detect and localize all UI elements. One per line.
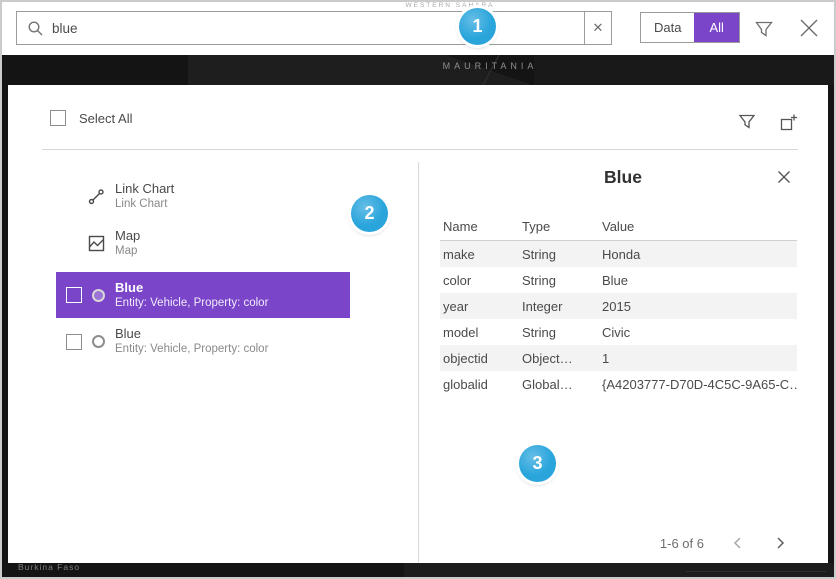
cell-name: color <box>440 273 522 288</box>
detail-pane: Blue Name Type Value make String Honda <box>418 85 828 563</box>
select-all-label: Select All <box>79 111 132 126</box>
result-title: Blue <box>115 326 268 342</box>
select-all-checkbox[interactable] <box>50 110 66 126</box>
cell-name: objectid <box>440 351 522 366</box>
column-header: Name <box>440 219 522 234</box>
map-landmass <box>534 55 834 85</box>
list-item-blue[interactable]: Blue Entity: Vehicle, Property: color <box>56 318 350 365</box>
link-chart-icon <box>88 188 105 205</box>
result-checkbox[interactable] <box>66 287 82 303</box>
cell-name: globalid <box>440 377 522 392</box>
map-label-burkina-faso: Burkina Faso <box>18 562 80 572</box>
table-row: year Integer 2015 <box>440 293 797 319</box>
select-all-row: Select All <box>50 110 132 126</box>
map-label-mauritania: MAURITANIA <box>410 61 570 71</box>
page-next-icon[interactable] <box>772 535 788 551</box>
cell-value: 2015 <box>602 299 797 314</box>
cell-type: Global… <box>522 377 602 392</box>
result-checkbox[interactable] <box>66 334 82 350</box>
column-header: Value <box>602 219 797 234</box>
table-row: make String Honda <box>440 241 797 267</box>
result-subtitle: Map <box>115 244 140 259</box>
detail-close-icon[interactable] <box>776 169 792 185</box>
table-row: color String Blue <box>440 267 797 293</box>
cell-type: Object… <box>522 351 602 366</box>
result-subtitle: Entity: Vehicle, Property: color <box>115 342 268 357</box>
scope-toggle: Data All <box>640 12 740 43</box>
list-item-link-chart[interactable]: Link Chart Link Chart <box>56 173 350 220</box>
cell-type: String <box>522 325 602 340</box>
clear-search-icon[interactable]: ✕ <box>585 12 611 44</box>
cell-value: Blue <box>602 273 797 288</box>
cell-value: Civic <box>602 325 797 340</box>
result-title: Blue <box>115 280 268 296</box>
entity-icon <box>92 335 105 348</box>
list-item-blue-selected[interactable]: Blue Entity: Vehicle, Property: color <box>56 272 350 318</box>
list-item-map[interactable]: Map Map <box>56 220 350 267</box>
map-landmass <box>404 563 834 577</box>
cell-name: make <box>440 247 522 262</box>
table-header: Name Type Value <box>440 213 797 241</box>
search-results-panel: Select All <box>8 85 828 563</box>
search-box: ✕ <box>16 11 612 45</box>
cell-value: Honda <box>602 247 797 262</box>
search-header: ✕ Data All <box>2 2 834 55</box>
search-input[interactable] <box>44 12 584 44</box>
column-header: Type <box>522 219 602 234</box>
callout-badge-2: 2 <box>351 195 388 232</box>
detail-title: Blue <box>418 167 828 188</box>
scope-all-button[interactable]: All <box>694 13 738 42</box>
page-prev-icon[interactable] <box>730 535 746 551</box>
result-subtitle: Link Chart <box>115 197 174 212</box>
app-window: MAURITANIA Burkina Faso WESTERN SAHARA ✕… <box>0 0 836 579</box>
table-row: objectid Object… 1 <box>440 345 797 371</box>
cell-value: 1 <box>602 351 797 366</box>
properties-table: Name Type Value make String Honda color … <box>440 213 797 397</box>
cell-name: model <box>440 325 522 340</box>
table-row: model String Civic <box>440 319 797 345</box>
results-list: Link Chart Link Chart Map Map <box>56 173 350 365</box>
scope-data-button[interactable]: Data <box>641 13 694 42</box>
map-label-western-sahara: WESTERN SAHARA <box>388 2 512 9</box>
result-subtitle: Entity: Vehicle, Property: color <box>115 296 268 311</box>
result-title: Link Chart <box>115 181 174 197</box>
entity-icon <box>92 289 105 302</box>
map-icon <box>88 235 105 252</box>
page-range-label: 1-6 of 6 <box>660 536 704 551</box>
pagination: 1-6 of 6 <box>660 535 788 551</box>
callout-badge-3: 3 <box>519 445 556 482</box>
callout-badge-1: 1 <box>459 8 496 45</box>
filter-icon[interactable] <box>754 19 774 39</box>
map-boundary-line <box>686 571 826 572</box>
cell-name: year <box>440 299 522 314</box>
result-title: Map <box>115 228 140 244</box>
table-row: globalid Global… {A4203777-D70D-4C5C-9A6… <box>440 371 797 397</box>
close-icon[interactable] <box>798 17 820 39</box>
cell-type: String <box>522 247 602 262</box>
cell-type: String <box>522 273 602 288</box>
cell-type: Integer <box>522 299 602 314</box>
cell-value: {A4203777-D70D-4C5C-9A65-C… <box>602 377 797 392</box>
search-icon <box>27 20 44 37</box>
